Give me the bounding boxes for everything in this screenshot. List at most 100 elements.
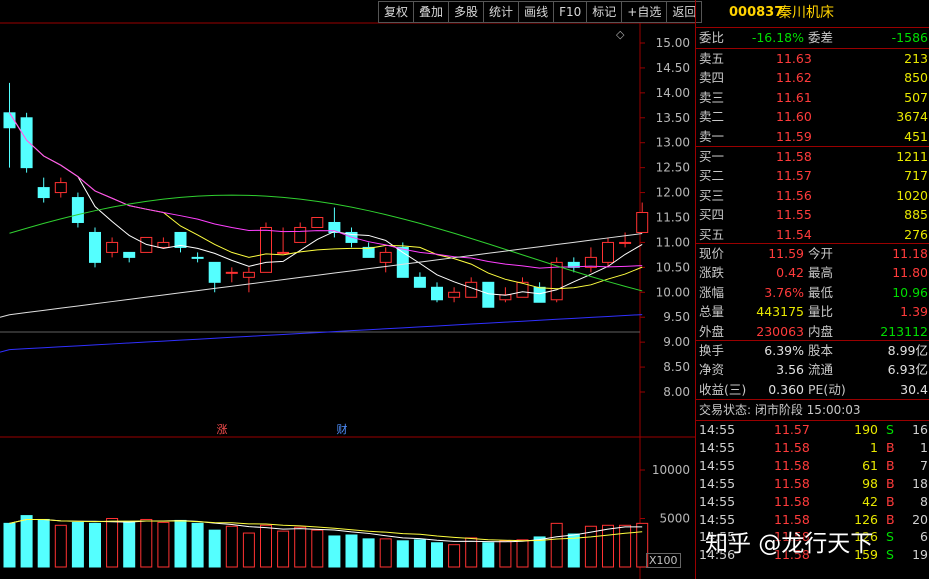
bid-row-4-value2: 276 xyxy=(904,226,928,242)
volume-bar xyxy=(3,522,16,568)
volume-bar xyxy=(396,540,409,568)
volume-bar xyxy=(567,533,580,568)
ask-row-3: 卖二 3674 11.60 xyxy=(696,107,929,126)
fund-row-1: 净资 3.56 流通 6.93亿 xyxy=(696,360,929,379)
ask-price-1: 11.62 xyxy=(776,70,812,86)
bid-row-3-value2: 885 xyxy=(904,207,928,223)
volume-bar xyxy=(260,524,272,568)
kline-chart[interactable]: ◇ 15.00 14.50 14.00 13.50 13.00 12.50 12.00 11.5… xyxy=(0,0,695,579)
volume-bar xyxy=(362,538,375,568)
volume-bar xyxy=(516,539,529,568)
volume-bar xyxy=(37,518,50,568)
toolbar-button-1[interactable]: 叠加 xyxy=(413,1,450,23)
fund-row-2-label2: PE(动) xyxy=(808,381,846,397)
tick-side: S xyxy=(886,547,894,563)
price-tick-label: 13.00 xyxy=(656,136,690,150)
stat-row-4-value: 230063 xyxy=(756,323,804,339)
volume-bar xyxy=(89,522,101,568)
tick-time: 14:55 xyxy=(699,422,736,437)
tick-time: 14:55 xyxy=(699,457,736,473)
tick-count: 16 xyxy=(912,422,928,437)
volume-bar xyxy=(71,521,84,568)
tick-count: 6 xyxy=(920,529,928,545)
toolbar-button-5[interactable]: F10 xyxy=(553,1,588,23)
stat-row-3: 总量 443175 量比 1.39 xyxy=(696,302,929,321)
bid-row-1: 买二 717 11.57 xyxy=(696,166,929,185)
fund-row-2-value: 0.360 xyxy=(768,381,804,397)
tick-price: 11.58 xyxy=(774,439,810,455)
tick-count: 19 xyxy=(912,547,928,563)
stat-row-3-label: 总量 xyxy=(699,304,725,320)
candle-body xyxy=(636,212,649,233)
ma60-line xyxy=(9,194,643,292)
candle-body xyxy=(431,286,443,301)
fund-row-1-value2: 6.93亿 xyxy=(887,362,928,378)
volume-bar xyxy=(328,535,341,568)
price-tick-label: 15.00 xyxy=(656,36,690,50)
quote-panel: 000837 秦川机床 委比 -16.18% 委差 -1586 卖五 213 11.63 卖四… xyxy=(695,0,929,579)
price-tick-label: 8.50 xyxy=(663,360,690,374)
candle-body xyxy=(260,226,272,273)
toolbar: 复权 叠加 多股 统计 画线 F10 标记 +自选 返回 xyxy=(378,1,703,23)
ask-row-4-label: 卖一 xyxy=(699,128,725,144)
volume-bar xyxy=(431,542,443,568)
candle-body xyxy=(225,271,238,274)
stat-row-1-label: 涨跌 xyxy=(699,265,725,281)
stock-title: 000837 秦川机床 xyxy=(696,2,929,24)
candle-body xyxy=(3,112,16,129)
bid-row-0-value2: 1211 xyxy=(896,149,928,164)
candle-body xyxy=(191,256,204,259)
ask-row-2: 卖三 507 11.61 xyxy=(696,88,929,107)
volume-bar xyxy=(225,525,238,568)
candle-body xyxy=(106,241,119,253)
bid-row-2-value2: 1020 xyxy=(896,187,928,203)
candle-body xyxy=(482,281,495,308)
candle-body xyxy=(123,251,136,258)
candle-body xyxy=(465,281,478,298)
ma20-line xyxy=(9,112,643,269)
candle-body xyxy=(157,241,170,248)
stat-row-0: 现价 11.59 今开 11.18 xyxy=(696,244,929,263)
watermark: 知乎 @龙行天下 xyxy=(705,531,874,557)
tick-row: 14:55 11.57 190 S 16 xyxy=(696,421,929,439)
toolbar-button-2[interactable]: 多股 xyxy=(448,1,485,23)
fund-row-0-label2: 股本 xyxy=(808,343,834,358)
candle-body xyxy=(37,187,50,199)
toolbar-button-7[interactable]: +自选 xyxy=(621,1,668,23)
fund-row-1-label: 净资 xyxy=(699,362,725,378)
tick-count: 8 xyxy=(920,493,928,509)
tick-side: B xyxy=(886,439,895,455)
price-tick-label: 14.00 xyxy=(656,86,690,100)
weibi-row-label: 委比 xyxy=(699,30,725,45)
tick-volume: 190 xyxy=(854,422,878,437)
bid-row-0: 买一 1211 11.58 xyxy=(696,147,929,166)
bid-row-1-label: 买二 xyxy=(699,168,725,184)
volume-bar xyxy=(106,518,119,568)
volume-bar xyxy=(277,530,290,568)
stat-row-0-label: 现价 xyxy=(699,246,725,261)
stat-row-1-value: 0.42 xyxy=(776,265,804,281)
weibi-row-value2: -1586 xyxy=(891,30,928,45)
tick-row: 14:55 11.58 61 B 7 xyxy=(696,457,929,475)
tick-price: 11.58 xyxy=(774,457,810,473)
bid-row-4-label: 买五 xyxy=(699,226,725,242)
fund-row-0: 换手 6.39% 股本 8.99亿 xyxy=(696,341,929,360)
ma120-extension xyxy=(0,314,10,318)
toolbar-button-0[interactable]: 复权 xyxy=(378,1,415,23)
ask-row-1-label: 卖四 xyxy=(699,70,725,86)
candle-body xyxy=(413,276,426,288)
stat-row-0-label2: 今开 xyxy=(808,246,834,261)
tick-volume: 1 xyxy=(870,439,878,455)
stat-row-2-value: 3.76% xyxy=(764,284,804,300)
tick-price: 11.57 xyxy=(774,422,810,437)
toolbar-button-3[interactable]: 统计 xyxy=(483,1,520,23)
price-tick-label: 9.50 xyxy=(663,310,690,324)
volume-tick-label: 5000 xyxy=(659,512,690,526)
volume-bar xyxy=(499,540,512,568)
toolbar-button-6[interactable]: 标记 xyxy=(586,1,623,23)
ask-row-4-value2: 451 xyxy=(904,128,928,144)
fund-row-1-value: 3.56 xyxy=(776,362,804,378)
toolbar-button-4[interactable]: 画线 xyxy=(518,1,555,23)
ask-price-2: 11.61 xyxy=(776,89,812,105)
candle-body xyxy=(379,251,392,263)
